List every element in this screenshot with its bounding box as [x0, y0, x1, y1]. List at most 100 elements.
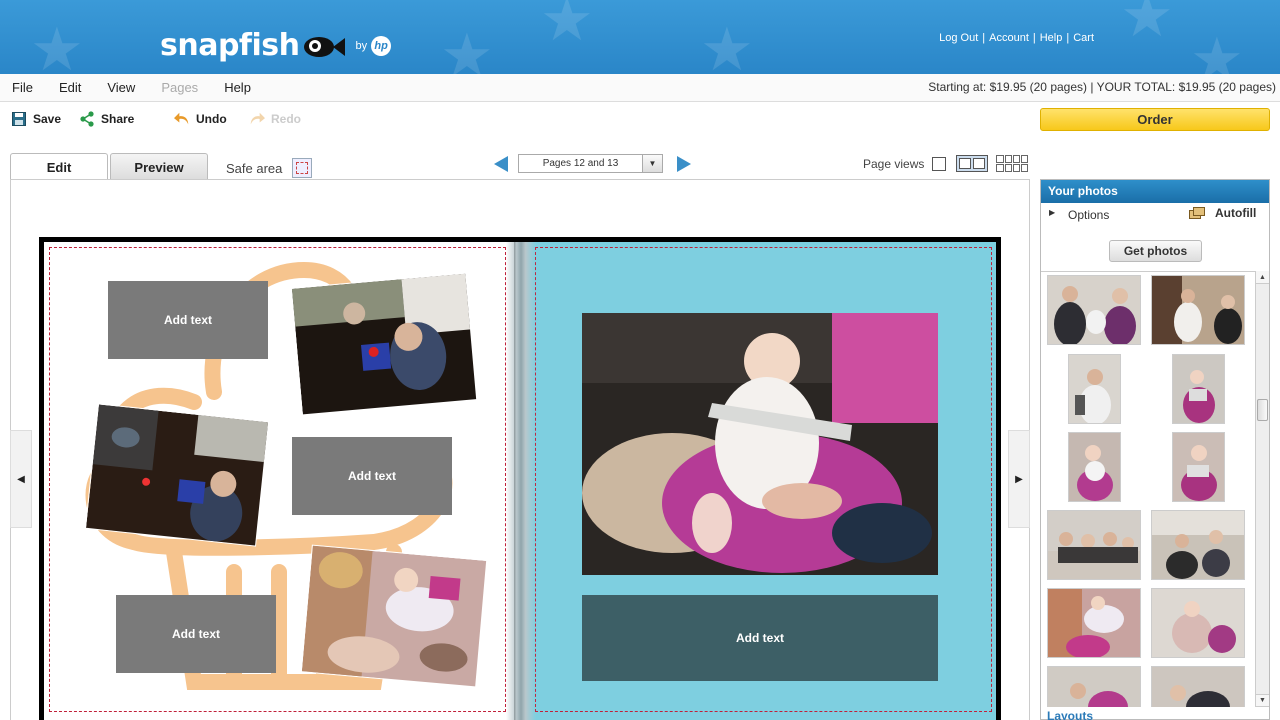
- menu-bar: File Edit View Pages Help Starting at: $…: [0, 74, 1280, 102]
- undo-button[interactable]: Undo: [174, 111, 227, 127]
- autofill-button[interactable]: Autofill: [1189, 206, 1256, 220]
- undo-label: Undo: [196, 112, 227, 126]
- tab-edit[interactable]: Edit: [10, 153, 108, 181]
- left-page[interactable]: Add text Add text Add text: [44, 242, 514, 720]
- next-page-arrow-icon[interactable]: [677, 155, 691, 172]
- share-button[interactable]: Share: [79, 111, 134, 127]
- photo-thumbnails: [1041, 271, 1269, 707]
- single-page-view-icon[interactable]: [932, 156, 947, 171]
- photo-thumbnail[interactable]: [1047, 588, 1141, 658]
- star-decoration: ★: [30, 16, 84, 75]
- add-text-box[interactable]: Add text: [108, 281, 268, 359]
- photo-frame[interactable]: [300, 544, 488, 688]
- page-selector[interactable]: Pages 12 and 13 ▼: [518, 154, 663, 173]
- logout-link[interactable]: Log Out: [939, 32, 978, 44]
- photo-thumbnail[interactable]: [1151, 510, 1245, 580]
- panel-options-row: ▶ Options Autofill: [1041, 206, 1269, 226]
- scroll-up-arrow-icon[interactable]: ▲: [1256, 271, 1269, 284]
- baby-with-book-photo: [582, 313, 938, 575]
- menu-help[interactable]: Help: [224, 80, 251, 95]
- logo-text: snapfish: [160, 28, 300, 63]
- safe-area-label: Safe area: [226, 160, 283, 176]
- add-text-box[interactable]: Add text: [292, 437, 452, 515]
- family-gathering-photo: [301, 545, 488, 688]
- fish-icon: [304, 36, 346, 57]
- photo-thumbnail[interactable]: [1151, 275, 1245, 345]
- photo-frame[interactable]: [84, 403, 270, 547]
- previous-page-arrow-icon[interactable]: [494, 155, 508, 172]
- page-navigator: Pages 12 and 13 ▼: [494, 154, 691, 173]
- safe-area-icon[interactable]: [292, 158, 313, 178]
- site-header: ★ ★ ★ ★ ★ ★ snapfish by hp Log Out | Acco…: [0, 0, 1280, 74]
- photo-thumbnail[interactable]: [1047, 666, 1141, 707]
- star-decoration: ★: [700, 16, 754, 75]
- layouts-section-header[interactable]: Layouts: [1047, 709, 1093, 720]
- snapfish-logo[interactable]: snapfish by hp: [160, 28, 392, 63]
- child-with-toys-photo: [85, 404, 270, 547]
- add-text-box[interactable]: Add text: [116, 595, 276, 673]
- redo-label: Redo: [271, 112, 301, 126]
- thumbnails-scrollbar[interactable]: ▲ ▼: [1255, 271, 1269, 707]
- save-button[interactable]: Save: [11, 111, 61, 127]
- photo-thumbnail[interactable]: [1151, 666, 1245, 707]
- star-decoration: ★: [440, 22, 494, 75]
- triangle-right-icon: ▶: [1015, 473, 1023, 485]
- share-label: Share: [101, 112, 135, 126]
- menu-view[interactable]: View: [107, 80, 135, 95]
- page-selector-value: Pages 12 and 13: [542, 158, 619, 169]
- photo-thumbnail[interactable]: [1172, 354, 1225, 424]
- account-link[interactable]: Account: [989, 32, 1029, 44]
- book-gutter: [506, 242, 536, 720]
- scroll-down-arrow-icon[interactable]: ▼: [1256, 694, 1269, 707]
- page-views: Page views: [863, 155, 1029, 172]
- panel-title: Your photos: [1041, 180, 1269, 203]
- right-page[interactable]: Add text: [522, 242, 996, 720]
- your-photos-panel: Your photos ▶ Options Autofill Get photo…: [1040, 179, 1270, 720]
- help-link[interactable]: Help: [1040, 32, 1063, 44]
- grid-view-icon[interactable]: [996, 155, 1029, 172]
- photo-frame[interactable]: [290, 272, 478, 416]
- triangle-left-icon: ◀: [17, 473, 25, 485]
- photo-thumbnail[interactable]: [1172, 432, 1225, 502]
- add-text-box[interactable]: Add text: [582, 595, 938, 681]
- hp-logo: hp: [371, 35, 392, 56]
- menu-pages[interactable]: Pages: [161, 80, 198, 95]
- photo-thumbnail[interactable]: [1047, 275, 1141, 345]
- spread-view-icon[interactable]: [956, 155, 989, 172]
- menu-file[interactable]: File: [12, 80, 33, 95]
- photo-stack-icon: [1189, 206, 1207, 220]
- redo-button[interactable]: Redo: [249, 111, 301, 127]
- expand-triangle-icon[interactable]: ▶: [1049, 208, 1055, 217]
- get-photos-button[interactable]: Get photos: [1109, 240, 1202, 262]
- autofill-label: Autofill: [1215, 206, 1257, 220]
- menu-edit[interactable]: Edit: [59, 80, 81, 95]
- undo-icon: [174, 111, 190, 127]
- share-icon: [79, 111, 95, 127]
- star-decoration: ★: [540, 0, 594, 53]
- order-total: Starting at: $19.95 (20 pages) | YOUR TO…: [928, 80, 1276, 94]
- safe-area-toggle[interactable]: Safe area: [226, 158, 313, 178]
- chevron-down-icon[interactable]: ▼: [642, 155, 662, 172]
- star-decoration: ★: [1190, 26, 1244, 75]
- star-decoration: ★: [1120, 0, 1174, 49]
- logo-by: by: [355, 39, 368, 52]
- child-playing-photo: [291, 273, 478, 416]
- photo-frame[interactable]: [582, 313, 938, 575]
- photo-thumbnail[interactable]: [1047, 510, 1141, 580]
- previous-spread-button[interactable]: ◀: [10, 430, 32, 528]
- photo-thumbnail[interactable]: [1068, 354, 1121, 424]
- options-toggle[interactable]: Options: [1068, 208, 1109, 222]
- save-label: Save: [33, 112, 62, 126]
- tab-preview[interactable]: Preview: [110, 153, 208, 180]
- photo-thumbnail[interactable]: [1068, 432, 1121, 502]
- editor-tabs: Edit Preview: [10, 153, 210, 181]
- floppy-icon: [11, 111, 27, 127]
- redo-icon: [249, 111, 265, 127]
- scrollbar-thumb[interactable]: [1257, 399, 1268, 421]
- photo-thumbnail[interactable]: [1151, 588, 1245, 658]
- cart-link[interactable]: Cart: [1073, 32, 1094, 44]
- page-views-label: Page views: [863, 156, 925, 171]
- order-button[interactable]: Order: [1040, 108, 1270, 131]
- account-links: Log Out | Account | Help | Cart: [939, 32, 1094, 44]
- next-spread-button[interactable]: ▶: [1008, 430, 1030, 528]
